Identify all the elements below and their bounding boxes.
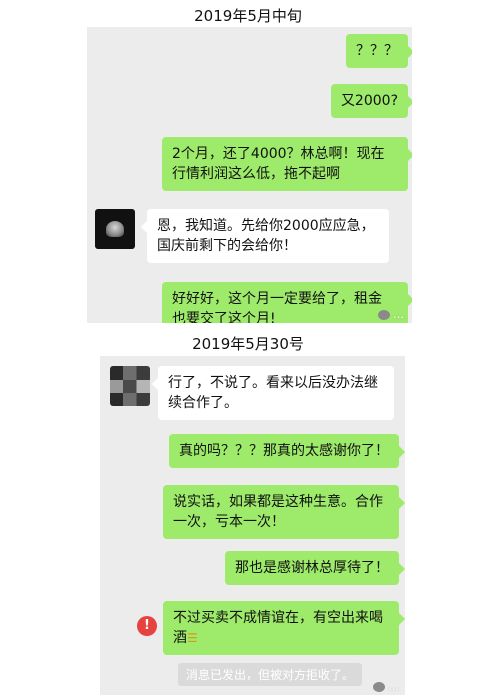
- beer-icon: ☰: [187, 631, 198, 645]
- message-bubble-me[interactable]: 真的吗？？？那真的太感谢你了！: [169, 434, 405, 468]
- caption-bottom: 2019年5月30号: [192, 335, 304, 353]
- message-line: 恩，我知道。先给你2000应应急，: [157, 218, 375, 234]
- chat-panel-2[interactable]: 行了，不说了。看来以后没办法继 续合作了。 真的吗？？？那真的太感谢你了！ 说实…: [100, 356, 405, 695]
- watermark-icon: [378, 310, 390, 320]
- message-line: 行了，不说了。看来以后没办法继: [168, 375, 378, 391]
- message-line: 不过买卖不成情谊在，有空出来喝: [173, 610, 383, 626]
- message-line: 行情利润这么低，拖不起啊: [172, 166, 340, 182]
- message-line: 国庆前剩下的会给你！: [157, 238, 297, 254]
- message-line: 说实话，如果都是这种生意。合作: [173, 494, 383, 510]
- message-bubble-me[interactable]: ？？？: [346, 34, 412, 68]
- message-line-text: 酒: [173, 630, 187, 646]
- contact-avatar[interactable]: [95, 209, 135, 249]
- message-bubble-me[interactable]: 不过买卖不成情谊在，有空出来喝 酒☰: [163, 601, 405, 655]
- message-text: 那也是感谢林总厚待了！: [235, 560, 389, 576]
- message-line: 也要交了这个月!: [172, 311, 276, 323]
- message-bubble-me[interactable]: 2个月，还了4000？林总啊！现在 行情利润这么低，拖不起啊: [162, 137, 412, 191]
- watermark-text: …: [388, 680, 399, 693]
- message-bubble-them[interactable]: 行了，不说了。看来以后没办法继 续合作了。: [152, 366, 394, 420]
- avatar-image: [110, 380, 150, 393]
- message-line: 2个月，还了4000？林总啊！现在: [172, 146, 385, 162]
- message-line: 一次，亏本一次！: [173, 514, 285, 530]
- message-bubble-me[interactable]: 又2000?: [330, 84, 412, 118]
- chat-panel-1[interactable]: ？？？ 又2000? 2个月，还了4000？林总啊！现在 行情利润这么低，拖不起…: [87, 27, 412, 323]
- message-bubble-me[interactable]: 那也是感谢林总厚待了！: [225, 551, 405, 585]
- message-text: 真的吗？？？那真的太感谢你了！: [179, 443, 389, 459]
- watermark-icon: [373, 682, 385, 692]
- watermark: …: [378, 308, 404, 321]
- watermark: …: [373, 680, 399, 693]
- message-line: 好好好，这个月一定要给了，租金: [172, 291, 382, 307]
- system-message: 消息已发出，但被对方拒收了。: [178, 663, 363, 686]
- message-line: 酒☰: [173, 628, 389, 648]
- watermark-text: …: [393, 308, 404, 321]
- message-bubble-me[interactable]: 好好好，这个月一定要给了，租金 也要交了这个月!: [162, 282, 412, 323]
- caption-top: 2019年5月中旬: [194, 7, 302, 25]
- contact-avatar[interactable]: [110, 366, 150, 406]
- message-text: 又2000?: [340, 93, 398, 109]
- message-text: ？？？: [356, 43, 398, 59]
- message-line: 续合作了。: [168, 395, 238, 411]
- message-bubble-me[interactable]: 说实话，如果都是这种生意。合作 一次，亏本一次！: [163, 485, 405, 539]
- send-failed-icon[interactable]: !: [137, 616, 157, 636]
- avatar-image: [106, 221, 124, 237]
- message-bubble-them[interactable]: 恩，我知道。先给你2000应应急， 国庆前剩下的会给你！: [141, 209, 389, 263]
